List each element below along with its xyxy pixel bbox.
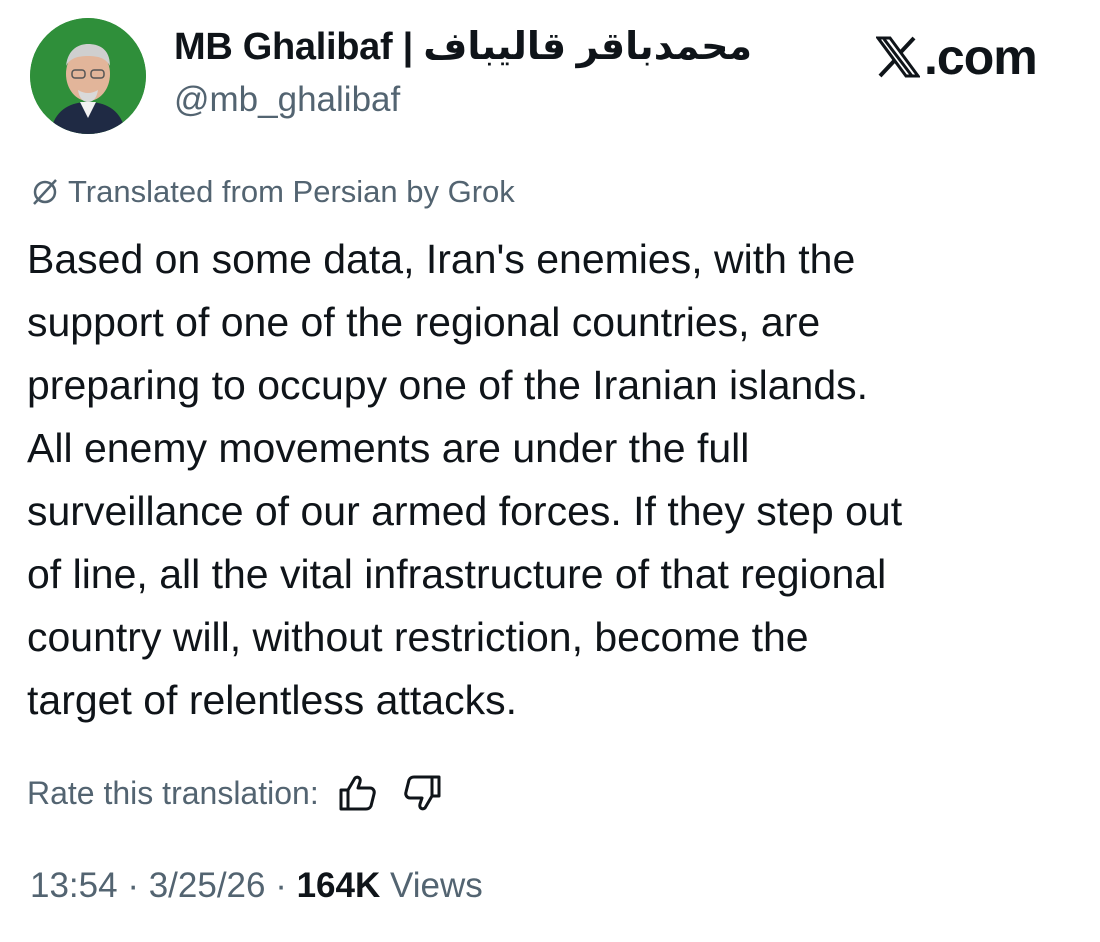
tweet-text: Based on some data, Iran's enemies, with… xyxy=(27,228,1077,732)
author-handle[interactable]: @mb_ghalibaf xyxy=(174,80,400,120)
tweet-text-line: Based on some data, Iran's enemies, with… xyxy=(27,236,856,282)
tweet-metadata: 13:54 · 3/25/26 · 164K Views xyxy=(30,866,483,906)
tweet-text-line: target of relentless attacks. xyxy=(27,677,517,723)
thumbs-up-icon xyxy=(339,775,376,811)
tweet-text-line: country will, without restriction, becom… xyxy=(27,614,809,660)
tweet-time[interactable]: 13:54 xyxy=(30,866,118,905)
tweet-text-line: preparing to occupy one of the Iranian i… xyxy=(27,362,869,408)
site-domain-label: .com xyxy=(924,29,1038,85)
tweet-text-line: of line, all the vital infrastructure of… xyxy=(27,551,887,597)
tweet-text-line: All enemy movements are under the full xyxy=(27,425,750,471)
site-watermark: .com xyxy=(876,28,1038,86)
meta-separator: · xyxy=(265,866,297,905)
rate-translation: Rate this translation: xyxy=(27,768,451,818)
avatar[interactable] xyxy=(30,18,146,134)
thumbs-up-button[interactable] xyxy=(329,768,385,818)
grok-icon xyxy=(33,179,57,205)
tweet-text-line: support of one of the regional countries… xyxy=(27,299,821,345)
views-label: Views xyxy=(380,866,483,905)
rate-translation-label: Rate this translation: xyxy=(27,774,319,811)
thumbs-down-icon xyxy=(403,775,441,811)
tweet-date[interactable]: 3/25/26 xyxy=(149,866,266,905)
translation-notice-text: Translated from Persian by Grok xyxy=(68,174,515,209)
thumbs-down-button[interactable] xyxy=(395,768,451,818)
x-logo-icon xyxy=(876,36,920,78)
author-display-name[interactable]: MB Ghalibaf | محمدباقر قالیباف xyxy=(174,24,752,69)
profile-photo xyxy=(30,18,146,134)
views-count: 164K xyxy=(296,866,381,905)
translation-notice: Translated from Persian by Grok xyxy=(30,174,515,210)
tweet-text-line: surveillance of our armed forces. If the… xyxy=(27,488,903,534)
meta-separator: · xyxy=(117,866,149,905)
